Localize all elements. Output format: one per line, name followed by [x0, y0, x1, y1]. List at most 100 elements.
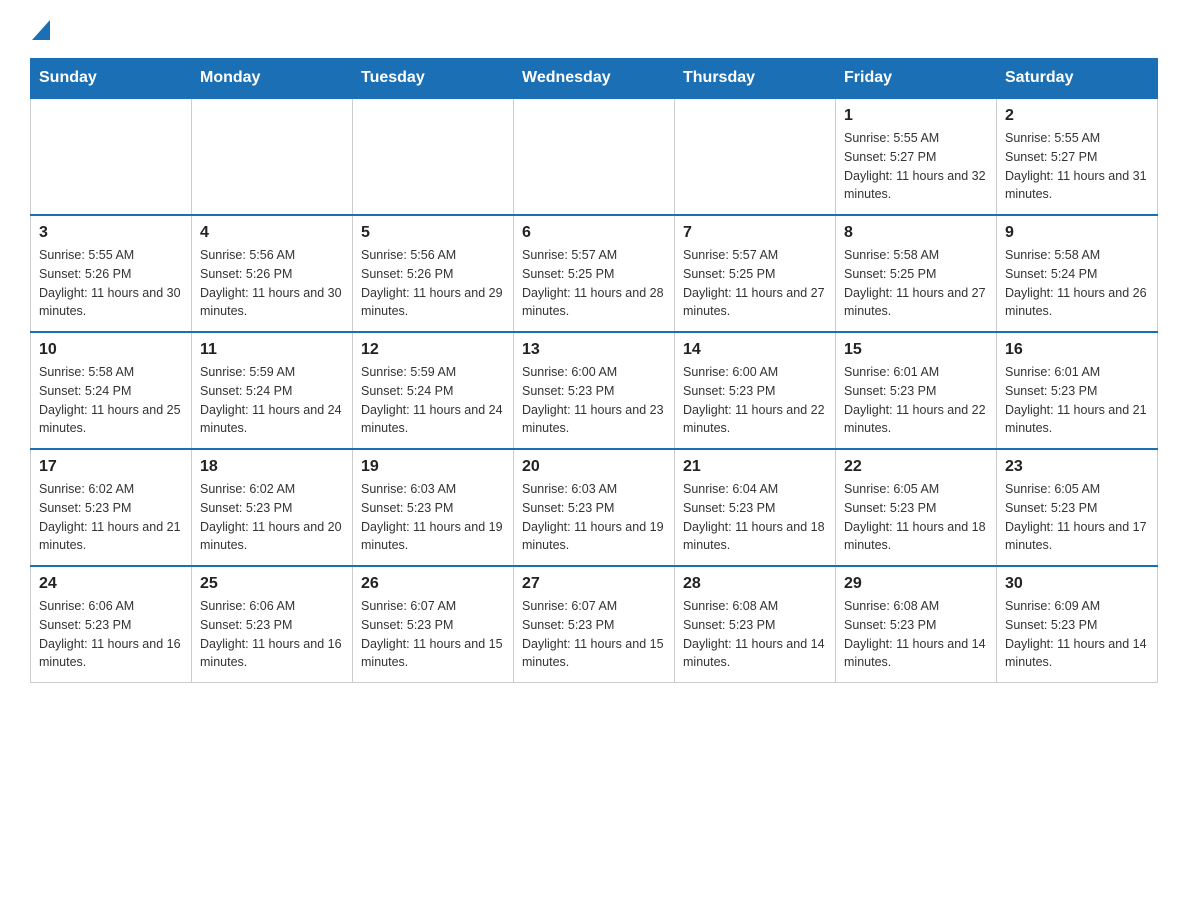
calendar-cell: 26 Sunrise: 6:07 AMSunset: 5:23 PMDayligh… — [353, 566, 514, 683]
logo-area — [30, 20, 50, 40]
column-header-saturday: Saturday — [997, 59, 1158, 99]
day-number: 19 — [361, 458, 505, 476]
calendar-cell: 17 Sunrise: 6:02 AMSunset: 5:23 PMDayligh… — [31, 449, 192, 566]
day-info: Sunrise: 6:01 AMSunset: 5:23 PMDaylight:… — [1005, 363, 1149, 438]
calendar-cell: 23 Sunrise: 6:05 AMSunset: 5:23 PMDayligh… — [997, 449, 1158, 566]
day-info: Sunrise: 5:56 AMSunset: 5:26 PMDaylight:… — [200, 246, 344, 321]
calendar-table: SundayMondayTuesdayWednesdayThursdayFrid… — [30, 58, 1158, 683]
week-row-5: 24Sunrise: 6:06 AMSunset: 5:23 PMDayligh… — [31, 566, 1158, 683]
calendar-cell — [192, 98, 353, 215]
calendar-cell — [353, 98, 514, 215]
day-number: 10 — [39, 341, 183, 359]
calendar-cell: 18 Sunrise: 6:02 AMSunset: 5:23 PMDayligh… — [192, 449, 353, 566]
calendar-cell: 13Sunrise: 6:00 AMSunset: 5:23 PMDayligh… — [514, 332, 675, 449]
day-number: 22 — [844, 458, 988, 476]
week-row-3: 10 Sunrise: 5:58 AMSunset: 5:24 PMDayligh… — [31, 332, 1158, 449]
calendar-cell: 24Sunrise: 6:06 AMSunset: 5:23 PMDayligh… — [31, 566, 192, 683]
day-number: 17 — [39, 458, 183, 476]
day-number: 13 — [522, 341, 666, 359]
day-number: 11 — [200, 341, 344, 359]
day-number: 20 — [522, 458, 666, 476]
day-number: 15 — [844, 341, 988, 359]
day-number: 14 — [683, 341, 827, 359]
calendar-cell: 9 Sunrise: 5:58 AMSunset: 5:24 PMDaylight… — [997, 215, 1158, 332]
calendar-cell: 7Sunrise: 5:57 AMSunset: 5:25 PMDaylight… — [675, 215, 836, 332]
week-row-2: 3 Sunrise: 5:55 AMSunset: 5:26 PMDaylight… — [31, 215, 1158, 332]
day-info: Sunrise: 5:55 AMSunset: 5:26 PMDaylight:… — [39, 246, 183, 321]
day-info: Sunrise: 6:00 AMSunset: 5:23 PMDaylight:… — [683, 363, 827, 438]
day-info: Sunrise: 6:04 AMSunset: 5:23 PMDaylight:… — [683, 480, 827, 555]
day-info: Sunrise: 6:08 AMSunset: 5:23 PMDaylight:… — [683, 597, 827, 672]
calendar-cell: 28Sunrise: 6:08 AMSunset: 5:23 PMDayligh… — [675, 566, 836, 683]
day-number: 9 — [1005, 224, 1149, 242]
day-number: 25 — [200, 575, 344, 593]
day-info: Sunrise: 6:06 AMSunset: 5:23 PMDaylight:… — [200, 597, 344, 672]
calendar-cell: 2 Sunrise: 5:55 AMSunset: 5:27 PMDaylight… — [997, 98, 1158, 215]
calendar-cell: 16 Sunrise: 6:01 AMSunset: 5:23 PMDayligh… — [997, 332, 1158, 449]
column-header-friday: Friday — [836, 59, 997, 99]
day-info: Sunrise: 6:01 AMSunset: 5:23 PMDaylight:… — [844, 363, 988, 438]
calendar-cell: 15 Sunrise: 6:01 AMSunset: 5:23 PMDayligh… — [836, 332, 997, 449]
day-info: Sunrise: 5:59 AMSunset: 5:24 PMDaylight:… — [200, 363, 344, 438]
day-number: 8 — [844, 224, 988, 242]
day-info: Sunrise: 6:03 AMSunset: 5:23 PMDaylight:… — [361, 480, 505, 555]
logo-triangle-icon — [32, 20, 50, 40]
day-info: Sunrise: 6:07 AMSunset: 5:23 PMDaylight:… — [361, 597, 505, 672]
column-header-tuesday: Tuesday — [353, 59, 514, 99]
week-row-1: 1 Sunrise: 5:55 AMSunset: 5:27 PMDaylight… — [31, 98, 1158, 215]
column-header-sunday: Sunday — [31, 59, 192, 99]
day-info: Sunrise: 6:03 AMSunset: 5:23 PMDaylight:… — [522, 480, 666, 555]
day-number: 7 — [683, 224, 827, 242]
day-number: 16 — [1005, 341, 1149, 359]
column-header-monday: Monday — [192, 59, 353, 99]
calendar-cell: 30 Sunrise: 6:09 AMSunset: 5:23 PMDayligh… — [997, 566, 1158, 683]
day-info: Sunrise: 6:02 AMSunset: 5:23 PMDaylight:… — [200, 480, 344, 555]
day-info: Sunrise: 6:05 AMSunset: 5:23 PMDaylight:… — [1005, 480, 1149, 555]
calendar-cell: 11 Sunrise: 5:59 AMSunset: 5:24 PMDayligh… — [192, 332, 353, 449]
calendar-cell: 22 Sunrise: 6:05 AMSunset: 5:23 PMDayligh… — [836, 449, 997, 566]
calendar-cell: 25 Sunrise: 6:06 AMSunset: 5:23 PMDayligh… — [192, 566, 353, 683]
day-info: Sunrise: 5:57 AMSunset: 5:25 PMDaylight:… — [522, 246, 666, 321]
day-info: Sunrise: 6:02 AMSunset: 5:23 PMDaylight:… — [39, 480, 183, 555]
day-info: Sunrise: 6:07 AMSunset: 5:23 PMDaylight:… — [522, 597, 666, 672]
day-number: 6 — [522, 224, 666, 242]
day-number: 3 — [39, 224, 183, 242]
day-info: Sunrise: 5:56 AMSunset: 5:26 PMDaylight:… — [361, 246, 505, 321]
day-info: Sunrise: 5:55 AMSunset: 5:27 PMDaylight:… — [1005, 129, 1149, 204]
day-number: 12 — [361, 341, 505, 359]
calendar-cell: 5 Sunrise: 5:56 AMSunset: 5:26 PMDaylight… — [353, 215, 514, 332]
day-number: 5 — [361, 224, 505, 242]
day-number: 30 — [1005, 575, 1149, 593]
logo — [30, 20, 50, 40]
calendar-cell: 10 Sunrise: 5:58 AMSunset: 5:24 PMDayligh… — [31, 332, 192, 449]
day-number: 29 — [844, 575, 988, 593]
calendar-cell: 29 Sunrise: 6:08 AMSunset: 5:23 PMDayligh… — [836, 566, 997, 683]
day-number: 1 — [844, 107, 988, 125]
day-number: 26 — [361, 575, 505, 593]
day-number: 23 — [1005, 458, 1149, 476]
day-number: 18 — [200, 458, 344, 476]
day-info: Sunrise: 5:58 AMSunset: 5:24 PMDaylight:… — [39, 363, 183, 438]
calendar-cell: 14 Sunrise: 6:00 AMSunset: 5:23 PMDayligh… — [675, 332, 836, 449]
day-number: 2 — [1005, 107, 1149, 125]
calendar-cell: 8Sunrise: 5:58 AMSunset: 5:25 PMDaylight… — [836, 215, 997, 332]
calendar-cell: 1 Sunrise: 5:55 AMSunset: 5:27 PMDaylight… — [836, 98, 997, 215]
day-number: 27 — [522, 575, 666, 593]
calendar-cell: 6 Sunrise: 5:57 AMSunset: 5:25 PMDaylight… — [514, 215, 675, 332]
page-header — [30, 20, 1158, 40]
day-info: Sunrise: 5:59 AMSunset: 5:24 PMDaylight:… — [361, 363, 505, 438]
day-info: Sunrise: 6:09 AMSunset: 5:23 PMDaylight:… — [1005, 597, 1149, 672]
day-info: Sunrise: 5:55 AMSunset: 5:27 PMDaylight:… — [844, 129, 988, 204]
calendar-cell: 12 Sunrise: 5:59 AMSunset: 5:24 PMDayligh… — [353, 332, 514, 449]
day-info: Sunrise: 6:08 AMSunset: 5:23 PMDaylight:… — [844, 597, 988, 672]
calendar-cell: 3 Sunrise: 5:55 AMSunset: 5:26 PMDaylight… — [31, 215, 192, 332]
week-row-4: 17 Sunrise: 6:02 AMSunset: 5:23 PMDayligh… — [31, 449, 1158, 566]
day-info: Sunrise: 5:58 AMSunset: 5:24 PMDaylight:… — [1005, 246, 1149, 321]
calendar-cell: 21 Sunrise: 6:04 AMSunset: 5:23 PMDayligh… — [675, 449, 836, 566]
day-number: 4 — [200, 224, 344, 242]
day-info: Sunrise: 6:05 AMSunset: 5:23 PMDaylight:… — [844, 480, 988, 555]
calendar-cell: 19 Sunrise: 6:03 AMSunset: 5:23 PMDayligh… — [353, 449, 514, 566]
column-header-wednesday: Wednesday — [514, 59, 675, 99]
calendar-header-row: SundayMondayTuesdayWednesdayThursdayFrid… — [31, 59, 1158, 99]
day-number: 21 — [683, 458, 827, 476]
